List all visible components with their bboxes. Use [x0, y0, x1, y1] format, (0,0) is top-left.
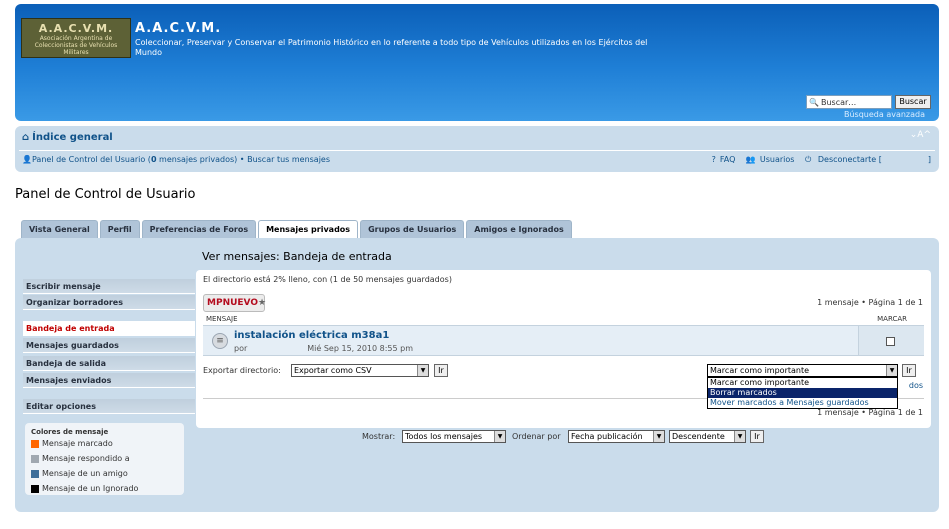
sort-go-button[interactable]: Ir — [750, 430, 764, 443]
pagination-top: 1 mensaje • Página 1 de 1 — [817, 298, 923, 307]
faq-link[interactable]: ? FAQ — [708, 155, 736, 164]
site-header: A.A.C.V.M. Asociación Argentina de Colec… — [15, 4, 939, 121]
message-subject-link[interactable]: instalación eléctrica m38a1 — [234, 330, 389, 341]
export-go-button[interactable]: Ir — [434, 364, 448, 377]
users-link[interactable]: 👥 Usuarios — [742, 155, 795, 164]
nav-right-links: ? FAQ 👥 Usuarios ⏻ Desconectarte [] — [704, 155, 931, 165]
control-panel-link[interactable]: Panel de Control del Usuario (0 mensajes… — [32, 155, 237, 164]
mark-action-select[interactable]: Marcar como importante ▼ — [707, 364, 898, 377]
export-label: Exportar directorio: — [203, 366, 281, 375]
tab-vista-general[interactable]: Vista General — [21, 220, 98, 238]
nav-divider — [19, 150, 935, 151]
legend-row-replied: Mensaje respondido a — [31, 454, 178, 463]
message-meta: por Mié Sep 15, 2010 8:55 pm — [234, 344, 414, 353]
order-label: Ordenar por — [512, 432, 561, 441]
advanced-search-link[interactable]: Búsqueda avanzada — [844, 110, 925, 119]
tab-mensajes-privados[interactable]: Mensajes privados — [258, 220, 359, 239]
user-icon: 👤 — [22, 155, 32, 164]
chevron-down-icon: ▼ — [417, 365, 428, 376]
sidebar-item-inbox[interactable]: Bandeja de entrada — [23, 321, 195, 336]
legend-row-foe: Mensaje de un Ignorado — [31, 484, 178, 493]
mark-action-go-button[interactable]: Ir — [902, 364, 916, 377]
column-header-message: MENSAJE — [206, 315, 238, 323]
table-row: ≡ instalación eléctrica m38a1 por Mié Sep… — [203, 325, 924, 356]
chevron-down-icon: ▼ — [886, 365, 897, 376]
message-color-legend: Colores de mensaje Mensaje marcado Mensa… — [25, 423, 184, 495]
mark-all-link[interactable]: dos — [909, 381, 923, 390]
search-icon: 🔍 — [809, 97, 819, 107]
mark-column — [858, 326, 924, 355]
search-placeholder: Buscar… — [820, 97, 857, 107]
breadcrumb[interactable]: ⌂ Índice general — [22, 132, 113, 143]
order-by-select[interactable]: Fecha publicación ▼ — [568, 430, 665, 443]
sidebar-item-options[interactable]: Editar opciones — [23, 399, 195, 414]
search-input[interactable]: 🔍 Buscar… — [806, 95, 892, 109]
mark-checkbox[interactable] — [886, 337, 895, 346]
search-button[interactable]: Buscar — [895, 95, 931, 109]
legend-row-marked: Mensaje marcado — [31, 439, 178, 448]
tab-preferencias[interactable]: Preferencias de Foros — [141, 220, 257, 238]
legend-row-friend: Mensaje de un amigo — [31, 469, 178, 478]
export-format-select[interactable]: Exportar como CSV ▼ — [291, 364, 429, 377]
option-delete-marked[interactable]: Borrar marcados — [708, 388, 897, 398]
column-header-mark: MARCAR — [877, 315, 907, 323]
mark-action-dropdown[interactable]: Marcar como importante Borrar marcados M… — [707, 377, 898, 409]
sidebar-item-sent[interactable]: Mensajes enviados — [23, 373, 195, 388]
navbar: ⌂ Índice general ⌄A^ 👤Panel de Control de… — [15, 126, 939, 172]
tab-perfil[interactable]: Perfil — [99, 220, 140, 238]
index-link[interactable]: Índice general — [32, 132, 113, 143]
show-filter-select[interactable]: Todos los mensajes ▼ — [402, 430, 506, 443]
power-icon: ⏻ — [805, 155, 812, 164]
logo-text: A.A.C.V.M. — [38, 22, 114, 35]
legend-swatch — [31, 484, 39, 493]
order-direction-select[interactable]: Descendente ▼ — [669, 430, 746, 443]
legend-swatch — [31, 439, 39, 448]
new-pm-button[interactable]: MPNUEVO★ — [203, 294, 267, 312]
tab-amigos[interactable]: Amigos e Ignorados — [466, 220, 572, 238]
site-title: A.A.C.V.M. — [135, 21, 222, 36]
users-icon: 👥 — [745, 155, 756, 164]
sidebar-item-drafts[interactable]: Organizar borradores — [23, 295, 195, 310]
folder-status: El directorio está 2% lleno, con (1 de 5… — [203, 275, 452, 284]
font-size-toggle[interactable]: ⌄A^ — [910, 130, 931, 140]
content-title: Ver mensajes: Bandeja de entrada — [202, 250, 392, 263]
ucp-tabs: Vista General Perfil Preferencias de For… — [21, 220, 572, 239]
page-title: Panel de Control de Usuario — [15, 187, 196, 202]
home-icon: ⌂ — [22, 132, 30, 143]
user-links: 👤Panel de Control del Usuario (0 mensaje… — [22, 155, 331, 164]
site-logo[interactable]: A.A.C.V.M. Asociación Argentina de Colec… — [21, 18, 131, 58]
show-label: Mostrar: — [362, 432, 396, 441]
pagination-bottom: 1 mensaje • Página 1 de 1 — [817, 408, 923, 417]
chevron-down-icon: ▼ — [734, 431, 745, 442]
inbox-content: El directorio está 2% lleno, con (1 de 5… — [196, 270, 931, 428]
message-read-icon: ≡ — [212, 333, 228, 349]
site-description: Coleccionar, Preservar y Conservar el Pa… — [135, 38, 648, 57]
faq-icon: ? — [711, 155, 716, 164]
logout-link[interactable]: ⏻ Desconectarte [] — [801, 155, 931, 164]
legend-swatch — [31, 469, 39, 478]
legend-swatch — [31, 454, 39, 463]
legend-title: Colores de mensaje — [31, 428, 109, 436]
ucp-panel: Escribir mensaje Organizar borradores Ba… — [15, 238, 939, 512]
tab-grupos[interactable]: Grupos de Usuarios — [360, 220, 465, 238]
search-own-posts-link[interactable]: Buscar tus mensajes — [247, 155, 330, 164]
sidebar-item-outbox[interactable]: Bandeja de salida — [23, 356, 195, 371]
star-icon: ★ — [258, 298, 267, 308]
logo-subtext: Asociación Argentina de Coleccionistas d… — [34, 35, 118, 56]
sidebar-item-compose[interactable]: Escribir mensaje — [23, 279, 195, 294]
sidebar-item-saved[interactable]: Mensajes guardados — [23, 338, 195, 353]
chevron-down-icon: ▼ — [653, 431, 664, 442]
chevron-down-icon: ▼ — [494, 431, 505, 442]
option-mark-important[interactable]: Marcar como importante — [708, 378, 897, 388]
option-move-to-saved[interactable]: Mover marcados a Mensajes guardados — [708, 398, 897, 408]
